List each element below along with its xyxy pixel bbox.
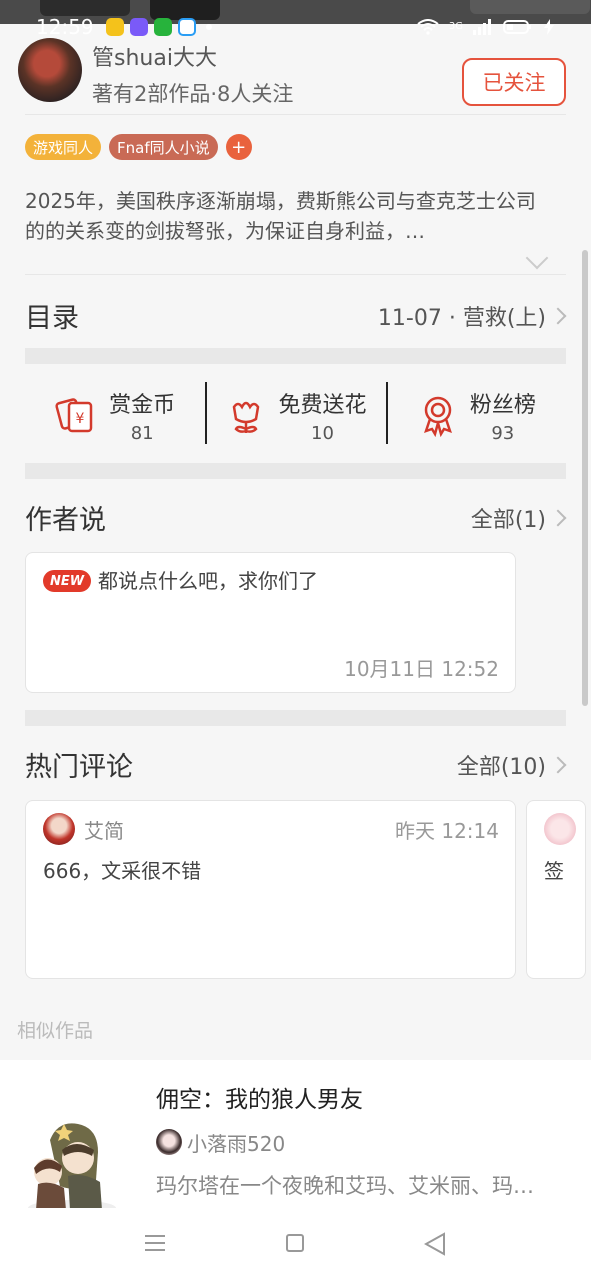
- similar-book-author[interactable]: 小落雨520: [187, 1128, 285, 1157]
- author-says-all-link[interactable]: 全部(1): [471, 502, 546, 534]
- add-tag-button[interactable]: +: [225, 134, 252, 160]
- divider: [25, 114, 566, 115]
- blue-app-icon: [129, 18, 148, 36]
- stat-label: 粉丝榜: [469, 392, 536, 418]
- chevron-right-icon: [549, 307, 567, 325]
- new-badge: NEW: [43, 570, 91, 592]
- iqiyi-icon: [153, 18, 172, 36]
- book-synopsis[interactable]: 2025年，美国秩序逐渐崩塌，费斯熊公司与查克芝士公司的的关系变的剑拔弩张，为保…: [25, 186, 555, 246]
- section-separator: [25, 710, 566, 726]
- comment-time: 昨天 12:14: [395, 819, 499, 843]
- follow-button[interactable]: 已关注: [462, 58, 566, 106]
- stats-row: ¥ 赏金币 81 免费送花 10 粉丝榜 93: [25, 380, 566, 450]
- tag-game-fanfic[interactable]: 游戏同人: [25, 134, 102, 160]
- author-says-title: 作者说: [25, 505, 106, 536]
- stat-reward[interactable]: ¥ 赏金币 81: [25, 380, 205, 450]
- network-label: 3G: [448, 21, 463, 32]
- yellow-app-icon: [105, 18, 124, 36]
- author-note-time: 10月11日 12:52: [344, 657, 499, 681]
- stat-value: 10: [311, 422, 334, 444]
- comment-card[interactable]: 艾简 昨天 12:14 666，文采很不错: [25, 800, 516, 979]
- flower-icon: [233, 401, 260, 433]
- comment-text: 666，文采很不错: [43, 859, 202, 883]
- section-separator: [25, 463, 566, 479]
- latest-chapter[interactable]: 11-07 · 营救(上): [378, 300, 546, 332]
- commenter-avatar[interactable]: [544, 813, 576, 845]
- hot-comments-title: 热门评论: [25, 752, 133, 783]
- status-bar: 12:59 3G: [0, 0, 591, 54]
- system-nav-bar: [0, 1208, 591, 1280]
- notification-dot-icon: [205, 24, 212, 30]
- author-meta: 著有2部作品·8人关注: [92, 82, 294, 106]
- home-icon[interactable]: [286, 1234, 304, 1252]
- wifi-icon: [417, 19, 439, 35]
- book-detail-panel: 管shuai大大 著有2部作品·8人关注 已关注 游戏同人 Fnaf同人小说 +…: [0, 24, 591, 1060]
- similar-book-desc: 玛尔塔在一个夜晚和艾玛、艾米丽、玛…: [156, 1174, 534, 1198]
- blue-swirl-icon: [177, 18, 196, 36]
- author-note-card[interactable]: NEW 都说点什么吧，求你们了 10月11日 12:52: [25, 552, 516, 693]
- signal-icon: [473, 19, 491, 35]
- tag-list: 游戏同人 Fnaf同人小说 +: [25, 134, 252, 160]
- tag-fnaf-fanfic[interactable]: Fnaf同人小说: [109, 134, 218, 160]
- author-says-header[interactable]: 作者说 全部(1): [25, 498, 567, 538]
- reward-coin-icon: ¥: [55, 398, 93, 433]
- catalog-title: 目录: [25, 303, 79, 334]
- charging-icon: [544, 19, 554, 35]
- commenter-name[interactable]: 艾简: [84, 815, 124, 844]
- stat-value: 81: [130, 422, 154, 444]
- svg-text:¥: ¥: [76, 411, 85, 427]
- stat-fans[interactable]: 粉丝榜 93: [385, 380, 566, 450]
- hot-comments-all-link[interactable]: 全部(10): [457, 749, 546, 781]
- stat-flower[interactable]: 免费送花 10: [205, 380, 385, 450]
- section-separator: [25, 348, 566, 364]
- author-note-text: 都说点什么吧，求你们了: [98, 569, 318, 593]
- commenter-avatar[interactable]: [43, 813, 75, 845]
- divider: [25, 274, 566, 275]
- menu-icon[interactable]: [145, 1235, 165, 1251]
- scrollbar[interactable]: [582, 250, 588, 706]
- stat-value: 93: [491, 422, 515, 444]
- status-time: 12:59: [36, 15, 94, 39]
- stat-label: 免费送花: [278, 392, 367, 418]
- hot-comments-header[interactable]: 热门评论 全部(10): [25, 745, 567, 785]
- comment-text: 签: [544, 859, 564, 883]
- catalog-row[interactable]: 目录 11-07 · 营救(上): [25, 296, 567, 336]
- battery-icon: [503, 20, 531, 34]
- chevron-right-icon: [549, 756, 567, 774]
- stat-label: 赏金币: [109, 392, 176, 418]
- chevron-right-icon: [549, 509, 567, 527]
- book-cover-image[interactable]: [20, 1110, 124, 1220]
- medal-icon: [423, 396, 452, 437]
- expand-chevron-down-icon[interactable]: [525, 246, 549, 270]
- comment-card[interactable]: 签: [526, 800, 586, 979]
- book-author-avatar: [156, 1129, 182, 1155]
- similar-works-title: 相似作品: [17, 1020, 94, 1042]
- similar-book-title[interactable]: 佣空：我的狼人男友: [156, 1080, 363, 1114]
